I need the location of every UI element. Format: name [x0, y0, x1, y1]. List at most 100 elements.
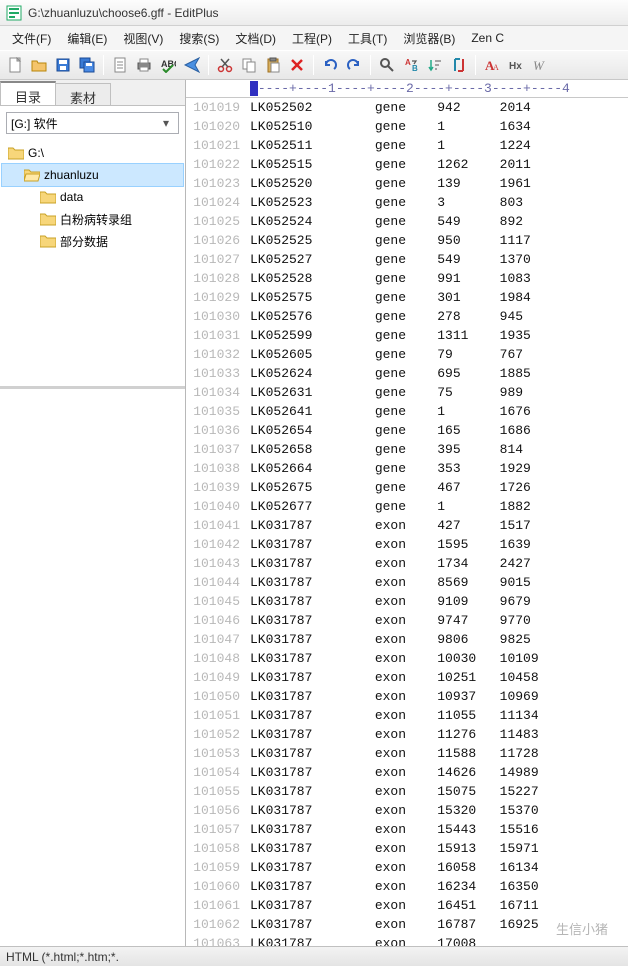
copy-icon[interactable]	[238, 54, 260, 76]
code-line[interactable]: 101044LK031787 exon 8569 9015	[186, 573, 628, 592]
code-line[interactable]: 101032LK052605 gene 79 767	[186, 345, 628, 364]
code-line[interactable]: 101059LK031787 exon 16058 16134	[186, 858, 628, 877]
print-icon[interactable]	[133, 54, 155, 76]
code-line[interactable]: 101039LK052675 gene 467 1726	[186, 478, 628, 497]
code-line[interactable]: 101040LK052677 gene 1 1882	[186, 497, 628, 516]
code-line[interactable]: 101058LK031787 exon 15913 15971	[186, 839, 628, 858]
code-line[interactable]: 101062LK031787 exon 16787 16925	[186, 915, 628, 934]
code-line[interactable]: 101051LK031787 exon 11055 11134	[186, 706, 628, 725]
editor[interactable]: -----+----1----+----2----+----3----+----…	[186, 80, 628, 946]
code-line[interactable]: 101043LK031787 exon 1734 2427	[186, 554, 628, 573]
tree-node[interactable]: data	[2, 186, 183, 208]
sidebar-tab[interactable]: 素材	[55, 83, 111, 105]
code-line[interactable]: 101028LK052528 gene 991 1083	[186, 269, 628, 288]
code-line[interactable]: 101052LK031787 exon 11276 11483	[186, 725, 628, 744]
code-line[interactable]: 101055LK031787 exon 15075 15227	[186, 782, 628, 801]
code-line[interactable]: 101063LK031787 exon 17008	[186, 934, 628, 946]
code-line[interactable]: 101035LK052641 gene 1 1676	[186, 402, 628, 421]
code-line[interactable]: 101046LK031787 exon 9747 9770	[186, 611, 628, 630]
code-line[interactable]: 101025LK052524 gene 549 892	[186, 212, 628, 231]
code-area[interactable]: 101019LK052502 gene 942 2014101020LK0525…	[186, 98, 628, 946]
code-line[interactable]: 101020LK052510 gene 1 1634	[186, 117, 628, 136]
code-line[interactable]: 101057LK031787 exon 15443 15516	[186, 820, 628, 839]
menu-item[interactable]: 工程(P)	[284, 27, 340, 50]
redo-icon[interactable]	[343, 54, 365, 76]
menu-item[interactable]: Zen C	[463, 28, 512, 48]
code-line[interactable]: 101045LK031787 exon 9109 9679	[186, 592, 628, 611]
code-line[interactable]: 101056LK031787 exon 15320 15370	[186, 801, 628, 820]
doc-icon[interactable]	[109, 54, 131, 76]
code-line[interactable]: 101022LK052515 gene 1262 2011	[186, 155, 628, 174]
line-number: 101027	[186, 250, 250, 269]
delete-icon[interactable]	[286, 54, 308, 76]
sidebar-tab[interactable]: 目录	[0, 81, 56, 105]
line-number: 101036	[186, 421, 250, 440]
find-icon[interactable]	[376, 54, 398, 76]
line-number: 101048	[186, 649, 250, 668]
tree-node[interactable]: zhuanluzu	[2, 164, 183, 186]
code-line[interactable]: 101061LK031787 exon 16451 16711	[186, 896, 628, 915]
send-icon[interactable]	[181, 54, 203, 76]
toolbar-separator	[370, 55, 371, 75]
save-icon[interactable]	[52, 54, 74, 76]
cut-icon[interactable]	[214, 54, 236, 76]
undo-icon[interactable]	[319, 54, 341, 76]
replace-icon[interactable]: AB	[400, 54, 422, 76]
code-line[interactable]: 101031LK052599 gene 1311 1935	[186, 326, 628, 345]
tree-node[interactable]: G:\	[2, 142, 183, 164]
sort-icon[interactable]	[424, 54, 446, 76]
line-text: LK052524 gene 549 892	[250, 212, 628, 231]
font-larger-icon[interactable]: AA	[481, 54, 503, 76]
menu-item[interactable]: 搜索(S)	[171, 27, 227, 50]
code-line[interactable]: 101048LK031787 exon 10030 10109	[186, 649, 628, 668]
code-line[interactable]: 101060LK031787 exon 16234 16350	[186, 877, 628, 896]
save-all-icon[interactable]	[76, 54, 98, 76]
code-line[interactable]: 101027LK052527 gene 549 1370	[186, 250, 628, 269]
folder-tree[interactable]: G:\ zhuanluzudata白粉病转录组部分数据	[0, 138, 185, 386]
code-line[interactable]: 101038LK052664 gene 353 1929	[186, 459, 628, 478]
tree-node[interactable]: 白粉病转录组	[2, 208, 183, 230]
code-line[interactable]: 101021LK052511 gene 1 1224	[186, 136, 628, 155]
code-line[interactable]: 101033LK052624 gene 695 1885	[186, 364, 628, 383]
drive-selector[interactable]: [G:] 软件 ▾	[6, 112, 179, 134]
code-line[interactable]: 101019LK052502 gene 942 2014	[186, 98, 628, 117]
menu-item[interactable]: 浏览器(B)	[395, 27, 463, 50]
code-line[interactable]: 101024LK052523 gene 3 803	[186, 193, 628, 212]
menu-item[interactable]: 工具(T)	[340, 27, 395, 50]
menu-item[interactable]: 文档(D)	[227, 27, 284, 50]
code-line[interactable]: 101041LK031787 exon 427 1517	[186, 516, 628, 535]
code-line[interactable]: 101042LK031787 exon 1595 1639	[186, 535, 628, 554]
tree-node-label: G:\	[28, 146, 44, 160]
code-line[interactable]: 101050LK031787 exon 10937 10969	[186, 687, 628, 706]
code-line[interactable]: 101034LK052631 gene 75 989	[186, 383, 628, 402]
file-list-panel[interactable]	[0, 386, 185, 946]
line-number: 101053	[186, 744, 250, 763]
tree-node[interactable]: 部分数据	[2, 230, 183, 252]
columns-icon[interactable]	[448, 54, 470, 76]
code-line[interactable]: 101054LK031787 exon 14626 14989	[186, 763, 628, 782]
menu-bar: 文件(F)编辑(E)视图(V)搜索(S)文档(D)工程(P)工具(T)浏览器(B…	[0, 26, 628, 50]
word-wrap-icon[interactable]: W	[529, 54, 551, 76]
line-number: 101050	[186, 687, 250, 706]
menu-item[interactable]: 编辑(E)	[59, 27, 115, 50]
code-line[interactable]: 101053LK031787 exon 11588 11728	[186, 744, 628, 763]
code-line[interactable]: 101026LK052525 gene 950 1117	[186, 231, 628, 250]
hex-icon[interactable]: Hx	[505, 54, 527, 76]
menu-item[interactable]: 文件(F)	[4, 27, 59, 50]
line-text: LK052664 gene 353 1929	[250, 459, 628, 478]
spellcheck-icon[interactable]: ABC	[157, 54, 179, 76]
new-file-icon[interactable]	[4, 54, 26, 76]
code-line[interactable]: 101036LK052654 gene 165 1686	[186, 421, 628, 440]
code-line[interactable]: 101037LK052658 gene 395 814	[186, 440, 628, 459]
menu-item[interactable]: 视图(V)	[115, 27, 171, 50]
code-line[interactable]: 101047LK031787 exon 9806 9825	[186, 630, 628, 649]
code-line[interactable]: 101023LK052520 gene 139 1961	[186, 174, 628, 193]
line-text: LK031787 exon 15913 15971	[250, 839, 628, 858]
column-ruler: -----+----1----+----2----+----3----+----…	[186, 80, 628, 98]
code-line[interactable]: 101030LK052576 gene 278 945	[186, 307, 628, 326]
code-line[interactable]: 101049LK031787 exon 10251 10458	[186, 668, 628, 687]
line-text: LK052527 gene 549 1370	[250, 250, 628, 269]
code-line[interactable]: 101029LK052575 gene 301 1984	[186, 288, 628, 307]
open-file-icon[interactable]	[28, 54, 50, 76]
paste-icon[interactable]	[262, 54, 284, 76]
